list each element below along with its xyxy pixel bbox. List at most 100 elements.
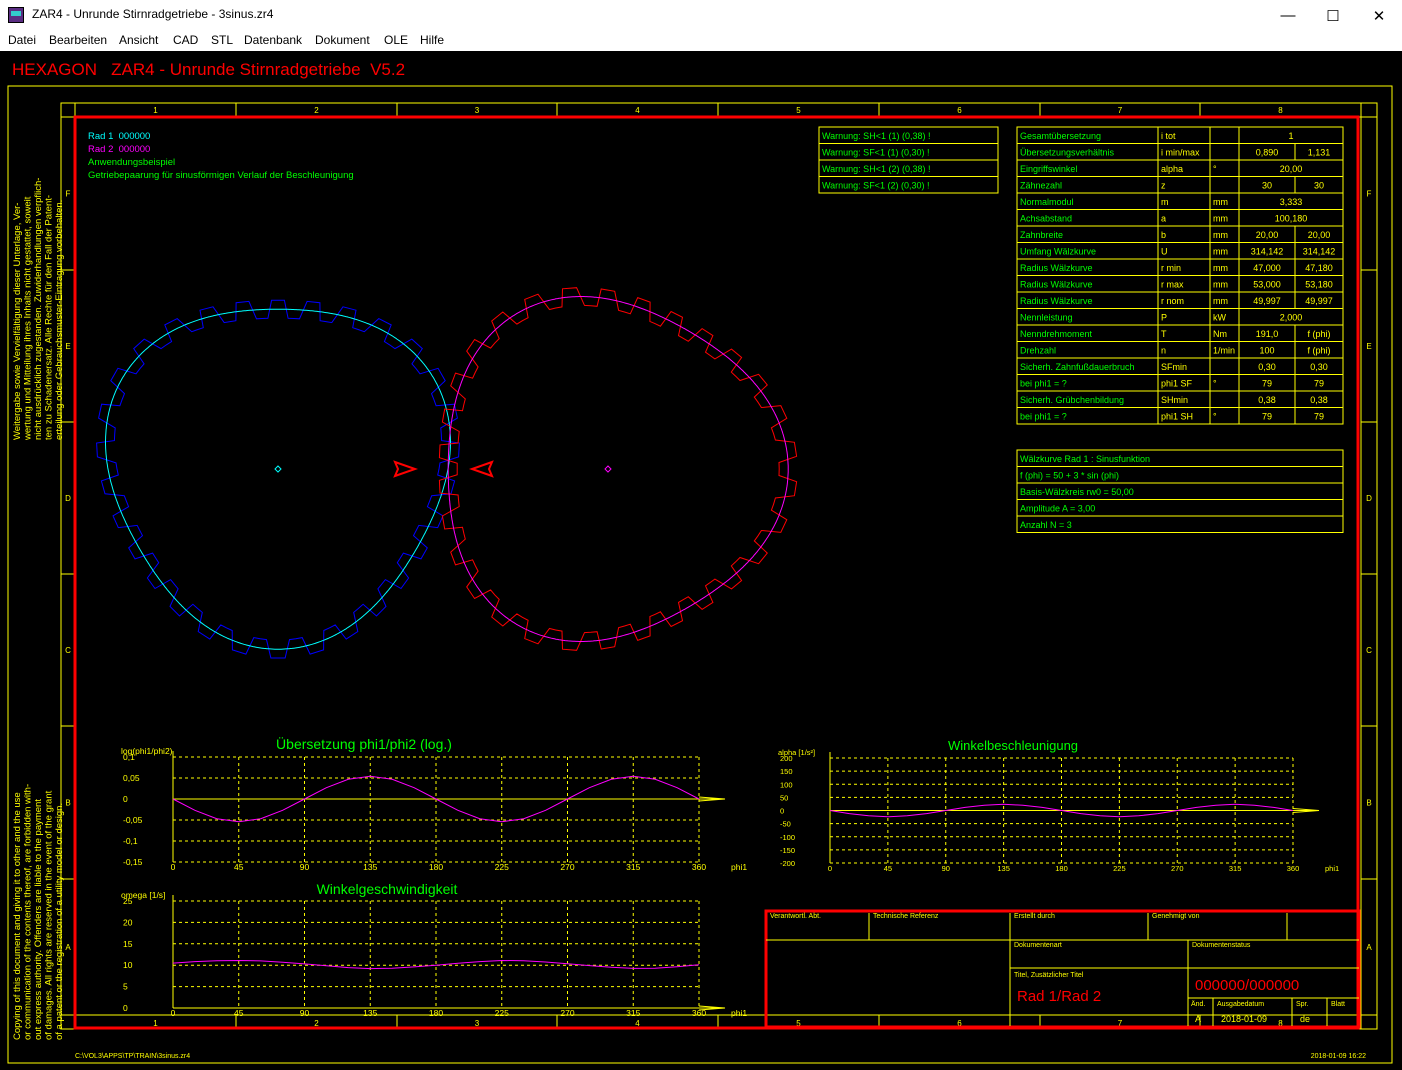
param-symbol: b: [1161, 230, 1166, 240]
drawing-canvas[interactable]: HEXAGON ZAR4 - Unrunde Stirnradgetriebe …: [0, 51, 1402, 1070]
tb-label: Spr.: [1296, 1001, 1309, 1008]
param-label: Nenndrehmoment: [1020, 329, 1093, 339]
row-label: C: [1366, 646, 1372, 655]
info-line: Anwendungsbeispiel: [88, 157, 175, 168]
x-tick-label: 45: [884, 864, 892, 873]
menu-bearbeiten[interactable]: Bearbeiten: [49, 33, 107, 47]
x-tick-label: 0: [828, 864, 832, 873]
language-value: de: [1300, 1014, 1310, 1024]
param-label: Übersetzungsverhältnis: [1020, 148, 1115, 158]
warning-text: Warnung: SH<1 (1) (0,38) !: [822, 131, 930, 141]
note-line: out express authority. Offenders are lia…: [33, 799, 44, 1040]
param-symbol: U: [1161, 247, 1168, 257]
y-tick-label: 0,1: [123, 752, 135, 762]
pitch-text: Amplitude A = 3,00: [1020, 504, 1095, 514]
col-label: 7: [1118, 106, 1123, 115]
param-symbol: °: [1213, 412, 1217, 422]
menu-dokument[interactable]: Dokument: [315, 33, 370, 47]
param-value: 3,333: [1280, 197, 1303, 207]
x-tick-label: 225: [1113, 864, 1126, 873]
x-tick-label: 270: [560, 862, 574, 872]
y-tick-label: -0,05: [123, 815, 143, 825]
param-label: Sicherh. Grübchenbildung: [1020, 395, 1124, 405]
param-value: 53,180: [1305, 280, 1333, 290]
param-label: Radius Wälzkurve: [1020, 296, 1093, 306]
pitch-text: Anzahl N = 3: [1020, 520, 1072, 530]
document-number: 000000/000000: [1195, 977, 1299, 994]
param-value: 191,0: [1256, 329, 1279, 339]
param-value: 0,30: [1258, 362, 1276, 372]
param-symbol: SFmin: [1161, 362, 1187, 372]
menu-ole[interactable]: OLE: [384, 33, 408, 47]
row-label: E: [65, 342, 70, 351]
y-tick-label: 50: [780, 793, 788, 802]
param-label: bei phi1 = ?: [1020, 379, 1067, 389]
tb-label: Erstellt durch: [1014, 913, 1055, 920]
param-symbol: mm: [1213, 214, 1228, 224]
param-value: 79: [1314, 412, 1324, 422]
param-symbol: mm: [1213, 263, 1228, 273]
param-symbol: T: [1161, 329, 1167, 339]
y-tick-label: 5: [123, 982, 128, 992]
param-value: 47,000: [1253, 263, 1281, 273]
param-symbol: phi1 SF: [1161, 379, 1193, 389]
menu-hilfe[interactable]: Hilfe: [420, 33, 444, 47]
x-tick-label: 360: [1287, 864, 1300, 873]
row-label: C: [65, 646, 71, 655]
drawing-title: Rad 1/Rad 2: [1017, 988, 1101, 1005]
x-tick-label: 0: [171, 862, 176, 872]
menu-stl[interactable]: STL: [211, 33, 233, 47]
tb-label: Verantwortl. Abt.: [770, 913, 821, 920]
row-label: A: [65, 943, 71, 952]
param-label: Sicherh. Zahnfußdauerbruch: [1020, 362, 1135, 372]
revision-value: A: [1195, 1014, 1201, 1024]
menu-ansicht[interactable]: Ansicht: [119, 33, 158, 47]
x-tick-label: 135: [363, 862, 377, 872]
y-tick-label: 100: [780, 780, 793, 789]
param-symbol: mm: [1213, 197, 1228, 207]
row-label: F: [1367, 190, 1372, 199]
y-tick-label: -50: [780, 820, 791, 829]
y-tick-label: 15: [123, 939, 133, 949]
x-tick-label: 360: [692, 862, 706, 872]
param-label: Radius Wälzkurve: [1020, 263, 1093, 273]
close-button[interactable]: ✕: [1356, 0, 1402, 31]
menu-datei[interactable]: Datei: [8, 33, 36, 47]
minimize-button[interactable]: —: [1265, 0, 1311, 31]
y-tick-label: 25: [123, 896, 133, 906]
note-line: erteilung oder Gebrauchsmuster-Eintragun…: [54, 200, 65, 440]
param-value: 30: [1314, 181, 1324, 191]
side-note-german: Weitergabe sowie Vervielfältigung dieser…: [12, 178, 65, 441]
warning-text: Warnung: SH<1 (2) (0,38) !: [822, 164, 930, 174]
pitch-text: Wälzkurve Rad 1 : Sinusfunktion: [1020, 454, 1150, 464]
rad2-label: Rad 2 000000: [88, 144, 150, 155]
menu-datenbank[interactable]: Datenbank: [244, 33, 302, 47]
param-value: 314,142: [1303, 247, 1336, 257]
param-symbol: r min: [1161, 263, 1181, 273]
note-line: Weitergabe sowie Vervielfältigung dieser…: [12, 203, 23, 440]
x-tick-label: 270: [1171, 864, 1184, 873]
param-label: Eingriffswinkel: [1020, 164, 1077, 174]
param-symbol: a: [1161, 214, 1166, 224]
file-path: C:\VOL3\APPS\TP\TRAIN\3sinus.zr4: [75, 1053, 190, 1060]
note-line: or communication of the contents thereof…: [23, 784, 34, 1040]
y-tick-label: -150: [780, 846, 795, 855]
param-symbol: z: [1161, 181, 1166, 191]
param-symbol: P: [1161, 313, 1167, 323]
param-symbol: SHmin: [1161, 395, 1188, 405]
title-bar: ZAR4 - Unrunde Stirnradgetriebe - 3sinus…: [0, 0, 1402, 31]
tb-label: Blatt: [1331, 1001, 1345, 1008]
y-tick-label: 150: [780, 767, 793, 776]
y-tick-label: -100: [780, 833, 795, 842]
row-label: E: [1366, 342, 1371, 351]
app-icon: [8, 7, 24, 23]
note-line: nicht ausdrücklich zugestanden. Zuwiderh…: [33, 178, 44, 440]
param-value: 1,131: [1308, 148, 1331, 158]
side-note-english: Copying of this document and giving it t…: [12, 784, 65, 1040]
menu-cad[interactable]: CAD: [173, 33, 198, 47]
col-label: 4: [635, 106, 640, 115]
param-value: 1: [1288, 131, 1293, 141]
maximize-button[interactable]: ☐: [1310, 0, 1356, 31]
param-symbol: °: [1213, 379, 1217, 389]
param-label: Normalmodul: [1020, 197, 1074, 207]
